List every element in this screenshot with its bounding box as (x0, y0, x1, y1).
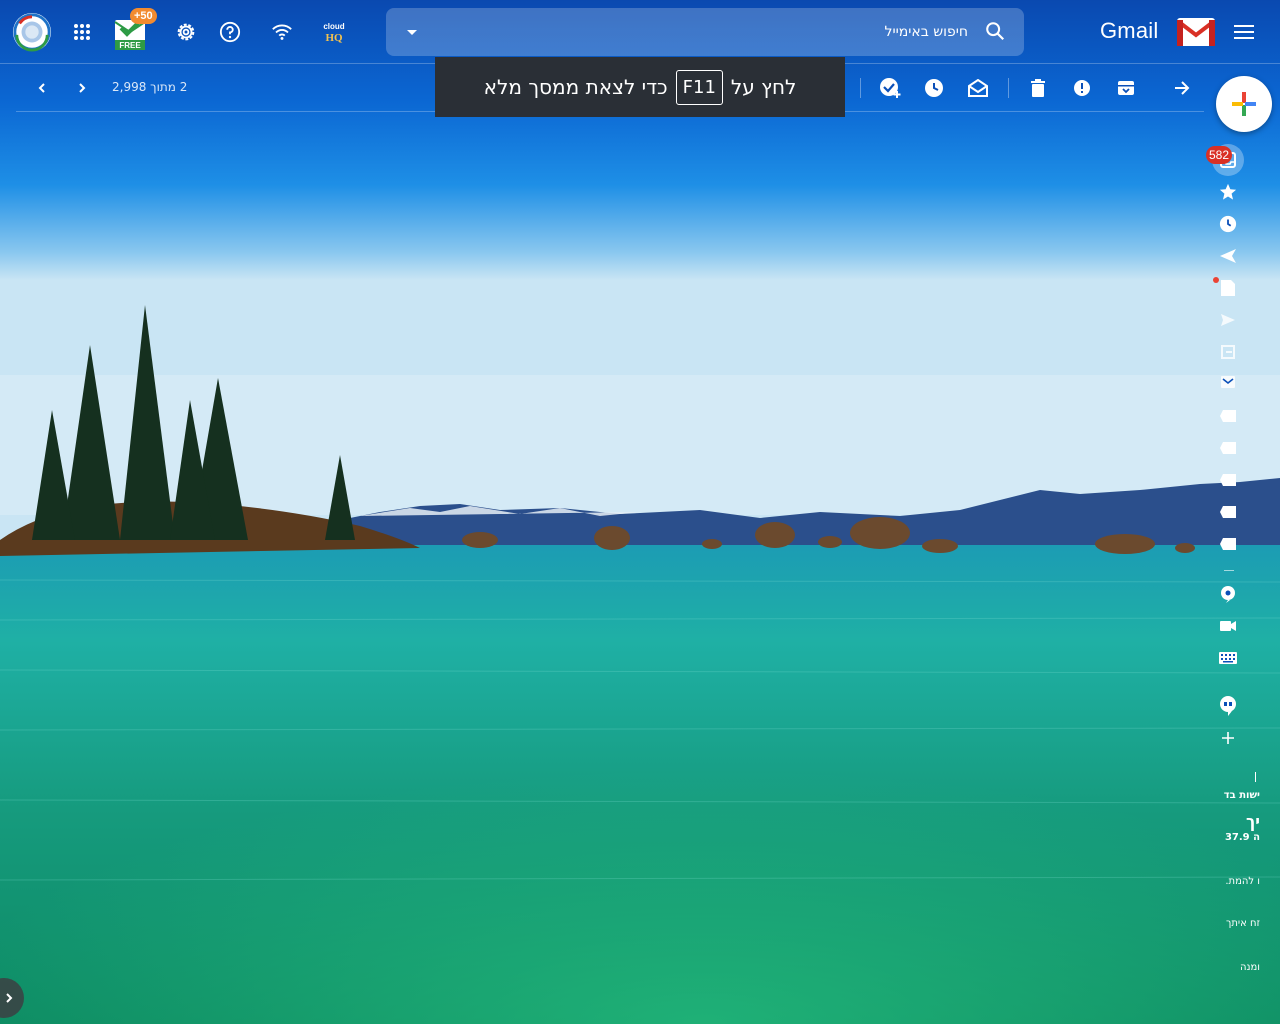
star-icon[interactable] (1214, 178, 1242, 206)
all-mail-icon[interactable] (1214, 368, 1242, 396)
gmail-wordmark: Gmail (1100, 18, 1159, 43)
menu-icon[interactable] (1222, 12, 1266, 52)
sent-icon[interactable] (1214, 306, 1242, 334)
add-task-icon[interactable] (878, 76, 902, 100)
label-icon[interactable] (1214, 466, 1242, 494)
gmail-logo[interactable] (1176, 16, 1216, 48)
inbox-count-badge: 582 (1206, 146, 1233, 164)
expand-icon (6, 993, 13, 1003)
toast-suffix: כדי לצאת ממסך מלא (483, 75, 668, 99)
meet-text-6: ומנה (1239, 962, 1260, 973)
delete-icon[interactable] (1026, 76, 1050, 100)
search-bar[interactable] (386, 8, 1024, 56)
keyboard-icon[interactable] (1214, 644, 1242, 672)
plus-icon[interactable] (1214, 724, 1242, 752)
rail-divider (1224, 570, 1234, 571)
archive-icon[interactable] (1114, 76, 1138, 100)
scheduled-icon[interactable] (1214, 338, 1242, 366)
checker-badge: +50 (130, 8, 157, 24)
meet-text-4: ו להמת. (1225, 876, 1260, 887)
apps-icon[interactable] (62, 12, 102, 52)
paging-counter: 2 מתוך 2,998 (112, 80, 188, 94)
video-icon[interactable] (1214, 612, 1242, 640)
wifi-icon[interactable] (262, 12, 302, 52)
draft-icon[interactable] (1214, 274, 1242, 302)
meet-text-3: ה 37.9 (1224, 832, 1260, 843)
toolbar-divider (860, 78, 861, 98)
meet-text-1: ישות בד (1223, 790, 1260, 801)
meet-text-2: יך (1246, 812, 1260, 831)
label-icon[interactable] (1214, 434, 1242, 462)
background-landscape (0, 0, 1280, 1024)
rail-scroll-marker (1255, 772, 1256, 782)
back-arrow-icon[interactable] (1170, 76, 1194, 100)
help-icon[interactable] (210, 12, 250, 52)
snooze-icon[interactable] (922, 76, 946, 100)
hangouts-icon[interactable] (1214, 692, 1242, 720)
right-nav-rail: 582 ישות בד יך ה 37.9 ו להמת. זח איתך ומ… (1196, 140, 1280, 1020)
settings-icon[interactable] (166, 12, 206, 52)
important-icon[interactable] (1214, 242, 1242, 270)
toast-prefix: לחץ על (730, 75, 797, 99)
compose-plus-icon (1232, 92, 1256, 116)
f11-key: F11 (675, 69, 723, 105)
label-icon[interactable] (1214, 402, 1242, 430)
search-input[interactable] (488, 18, 968, 46)
checker-label: FREE (119, 41, 141, 50)
meet-text-5: זח איתך (1225, 918, 1260, 929)
search-icon[interactable] (984, 20, 1008, 44)
fullscreen-exit-toast: לחץ על F11 כדי לצאת ממסך מלא (435, 57, 845, 117)
caret-down-icon[interactable] (402, 22, 422, 42)
toolbar-divider (1008, 78, 1009, 98)
expand-panel-button[interactable] (0, 978, 24, 1018)
svg-text:HQ: HQ (325, 32, 343, 44)
report-spam-icon[interactable] (1070, 76, 1094, 100)
clock-icon[interactable] (1214, 210, 1242, 238)
avatar[interactable] (12, 12, 52, 52)
label-icon[interactable] (1214, 530, 1242, 558)
mark-unread-icon[interactable] (966, 76, 990, 100)
label-icon[interactable] (1214, 498, 1242, 526)
next-icon[interactable] (70, 76, 94, 100)
cloudhq-icon[interactable]: cloud HQ (314, 12, 354, 52)
svg-text:cloud: cloud (323, 22, 344, 31)
prev-icon[interactable] (30, 76, 54, 100)
compose-button[interactable] (1216, 76, 1272, 132)
top-bar: Gmail חיפוש באימייל FREE +50 cloud HQ (0, 0, 1280, 64)
chat-icon[interactable] (1214, 580, 1242, 608)
